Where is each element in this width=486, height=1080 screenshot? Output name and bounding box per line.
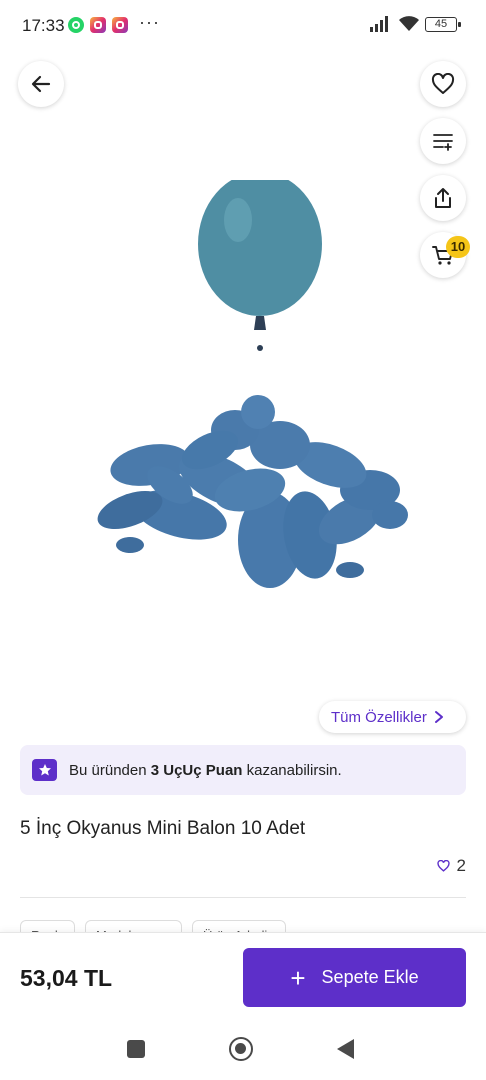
points-prefix: Bu üründen xyxy=(69,761,147,779)
points-suffix: kazanabilirsin. xyxy=(246,761,342,779)
system-navigation-bar xyxy=(0,1020,486,1080)
more-notifications-icon: ··· xyxy=(139,12,160,32)
back-triangle-icon[interactable] xyxy=(337,1039,354,1059)
single-balloon xyxy=(198,180,322,316)
instagram-icon xyxy=(112,17,128,33)
add-to-list-button[interactable] xyxy=(420,118,466,164)
chevron-right-icon xyxy=(434,711,443,723)
arrow-left-icon xyxy=(31,75,51,93)
product-title: 5 İnç Okyanus Mini Balon 10 Adet xyxy=(20,818,306,839)
add-to-cart-button[interactable]: + Sepete Ekle xyxy=(243,948,466,1007)
like-count: 2 xyxy=(456,856,466,875)
status-time: 17:33 xyxy=(22,16,65,35)
home-icon[interactable] xyxy=(229,1037,253,1061)
list-add-icon xyxy=(433,134,453,151)
heart-outline-icon xyxy=(436,860,450,872)
status-bar: 17:33 ··· 45 xyxy=(0,0,486,52)
back-button[interactable] xyxy=(18,61,64,107)
instagram-icon xyxy=(90,17,106,33)
whatsapp-icon xyxy=(68,17,84,33)
heart-icon xyxy=(431,73,455,94)
favorite-button[interactable] xyxy=(420,61,466,107)
like-counter[interactable]: 2 xyxy=(436,856,466,876)
plus-icon: + xyxy=(290,962,306,993)
cart-count-badge: 10 xyxy=(446,236,470,258)
divider xyxy=(20,897,466,898)
points-banner: Bu üründen 3 UçUç Puan kazanabilirsin. xyxy=(20,745,466,795)
balloon-pile xyxy=(97,395,408,588)
points-amount: 3 UçUç Puan xyxy=(150,761,243,779)
product-image[interactable] xyxy=(70,180,416,600)
signal-icon xyxy=(370,16,388,32)
all-features-label: Tüm Özellikler xyxy=(331,708,427,726)
share-icon xyxy=(435,188,451,208)
bottom-action-bar: 53,04 TL + Sepete Ekle xyxy=(0,932,486,1020)
wifi-icon xyxy=(399,16,419,31)
all-features-button[interactable]: Tüm Özellikler xyxy=(319,701,466,733)
points-text: Bu üründen 3 UçUç Puan kazanabilirsin. xyxy=(69,762,342,779)
battery-icon: 45 xyxy=(425,17,461,32)
add-to-cart-label: Sepete Ekle xyxy=(321,967,419,987)
share-button[interactable] xyxy=(420,175,466,221)
recent-apps-icon[interactable] xyxy=(127,1040,145,1058)
star-ticket-icon xyxy=(32,759,57,781)
price: 53,04 TL xyxy=(20,965,113,991)
